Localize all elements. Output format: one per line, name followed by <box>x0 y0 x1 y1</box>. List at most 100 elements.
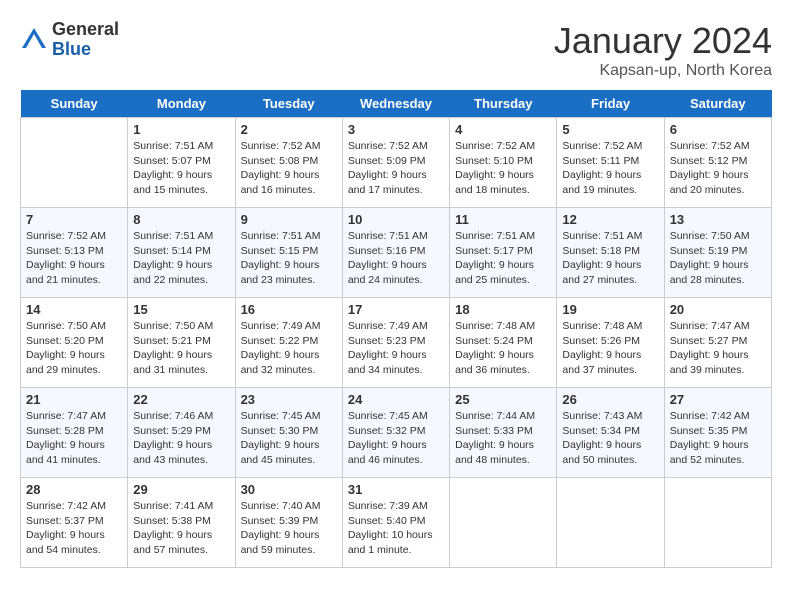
cell-sun-info: Sunrise: 7:48 AMSunset: 5:24 PMDaylight:… <box>455 319 551 378</box>
date-number: 24 <box>348 392 444 407</box>
month-title: January 2024 <box>554 20 772 62</box>
logo-general: General <box>52 20 119 40</box>
cell-sun-info: Sunrise: 7:50 AMSunset: 5:20 PMDaylight:… <box>26 319 122 378</box>
calendar-cell: 16Sunrise: 7:49 AMSunset: 5:22 PMDayligh… <box>235 298 342 388</box>
calendar-cell: 3Sunrise: 7:52 AMSunset: 5:09 PMDaylight… <box>342 118 449 208</box>
date-number: 8 <box>133 212 229 227</box>
cell-sun-info: Sunrise: 7:51 AMSunset: 5:17 PMDaylight:… <box>455 229 551 288</box>
calendar-cell: 9 Sunrise: 7:51 AMSunset: 5:15 PMDaylight… <box>235 208 342 298</box>
cell-sun-info: Sunrise: 7:52 AMSunset: 5:10 PMDaylight:… <box>455 139 551 198</box>
calendar-week-3: 14 Sunrise: 7:50 AMSunset: 5:20 PMDayligh… <box>21 298 772 388</box>
cell-sun-info: Sunrise: 7:48 AMSunset: 5:26 PMDaylight:… <box>562 319 658 378</box>
cell-sun-info: Sunrise: 7:51 AMSunset: 5:16 PMDaylight:… <box>348 229 444 288</box>
cell-sun-info: Sunrise: 7:51 AMSunset: 5:15 PMDaylight:… <box>241 229 337 288</box>
date-number: 3 <box>348 122 444 137</box>
calendar-cell: 23Sunrise: 7:45 AMSunset: 5:30 PMDayligh… <box>235 388 342 478</box>
calendar-cell: 31Sunrise: 7:39 AMSunset: 5:40 PMDayligh… <box>342 478 449 568</box>
calendar-cell: 1Sunrise: 7:51 AMSunset: 5:07 PMDaylight… <box>128 118 235 208</box>
day-header-thursday: Thursday <box>450 90 557 118</box>
date-number: 19 <box>562 302 658 317</box>
date-number: 25 <box>455 392 551 407</box>
calendar-cell: 6 Sunrise: 7:52 AMSunset: 5:12 PMDaylight… <box>664 118 771 208</box>
date-number: 13 <box>670 212 766 227</box>
calendar-cell: 5 Sunrise: 7:52 AMSunset: 5:11 PMDaylight… <box>557 118 664 208</box>
cell-sun-info: Sunrise: 7:49 AMSunset: 5:23 PMDaylight:… <box>348 319 444 378</box>
calendar-cell <box>450 478 557 568</box>
date-number: 16 <box>241 302 337 317</box>
calendar-week-4: 21Sunrise: 7:47 AMSunset: 5:28 PMDayligh… <box>21 388 772 478</box>
logo-blue: Blue <box>52 40 119 60</box>
date-number: 6 <box>670 122 766 137</box>
calendar-cell: 26 Sunrise: 7:43 AMSunset: 5:34 PMDayligh… <box>557 388 664 478</box>
calendar-cell: 25 Sunrise: 7:44 AMSunset: 5:33 PMDayligh… <box>450 388 557 478</box>
calendar-cell: 13 Sunrise: 7:50 AMSunset: 5:19 PMDayligh… <box>664 208 771 298</box>
date-number: 15 <box>133 302 229 317</box>
calendar-week-2: 7 Sunrise: 7:52 AMSunset: 5:13 PMDaylight… <box>21 208 772 298</box>
day-header-wednesday: Wednesday <box>342 90 449 118</box>
date-number: 28 <box>26 482 122 497</box>
date-number: 4 <box>455 122 551 137</box>
calendar-cell: 15 Sunrise: 7:50 AMSunset: 5:21 PMDayligh… <box>128 298 235 388</box>
cell-sun-info: Sunrise: 7:52 AMSunset: 5:08 PMDaylight:… <box>241 139 337 198</box>
calendar-cell: 20Sunrise: 7:47 AMSunset: 5:27 PMDayligh… <box>664 298 771 388</box>
cell-sun-info: Sunrise: 7:52 AMSunset: 5:13 PMDaylight:… <box>26 229 122 288</box>
title-section: January 2024 Kapsan-up, North Korea <box>554 20 772 80</box>
header-row: SundayMondayTuesdayWednesdayThursdayFrid… <box>21 90 772 118</box>
cell-sun-info: Sunrise: 7:50 AMSunset: 5:21 PMDaylight:… <box>133 319 229 378</box>
calendar-cell: 17Sunrise: 7:49 AMSunset: 5:23 PMDayligh… <box>342 298 449 388</box>
cell-sun-info: Sunrise: 7:51 AMSunset: 5:18 PMDaylight:… <box>562 229 658 288</box>
calendar-cell: 27 Sunrise: 7:42 AMSunset: 5:35 PMDayligh… <box>664 388 771 478</box>
cell-sun-info: Sunrise: 7:40 AMSunset: 5:39 PMDaylight:… <box>241 499 337 558</box>
calendar-cell: 22Sunrise: 7:46 AMSunset: 5:29 PMDayligh… <box>128 388 235 478</box>
date-number: 9 <box>241 212 337 227</box>
calendar-cell: 12 Sunrise: 7:51 AMSunset: 5:18 PMDayligh… <box>557 208 664 298</box>
calendar-week-1: 1Sunrise: 7:51 AMSunset: 5:07 PMDaylight… <box>21 118 772 208</box>
date-number: 5 <box>562 122 658 137</box>
date-number: 12 <box>562 212 658 227</box>
calendar-cell: 4 Sunrise: 7:52 AMSunset: 5:10 PMDaylight… <box>450 118 557 208</box>
calendar-cell: 10 Sunrise: 7:51 AMSunset: 5:16 PMDayligh… <box>342 208 449 298</box>
date-number: 2 <box>241 122 337 137</box>
day-header-friday: Friday <box>557 90 664 118</box>
date-number: 10 <box>348 212 444 227</box>
calendar-table: SundayMondayTuesdayWednesdayThursdayFrid… <box>20 90 772 568</box>
date-number: 29 <box>133 482 229 497</box>
calendar-cell: 24Sunrise: 7:45 AMSunset: 5:32 PMDayligh… <box>342 388 449 478</box>
calendar-week-5: 28Sunrise: 7:42 AMSunset: 5:37 PMDayligh… <box>21 478 772 568</box>
cell-sun-info: Sunrise: 7:42 AMSunset: 5:35 PMDaylight:… <box>670 409 766 468</box>
cell-sun-info: Sunrise: 7:52 AMSunset: 5:12 PMDaylight:… <box>670 139 766 198</box>
calendar-cell: 28Sunrise: 7:42 AMSunset: 5:37 PMDayligh… <box>21 478 128 568</box>
cell-sun-info: Sunrise: 7:50 AMSunset: 5:19 PMDaylight:… <box>670 229 766 288</box>
calendar-cell <box>21 118 128 208</box>
calendar-cell <box>557 478 664 568</box>
cell-sun-info: Sunrise: 7:43 AMSunset: 5:34 PMDaylight:… <box>562 409 658 468</box>
date-number: 14 <box>26 302 122 317</box>
logo-text: General Blue <box>52 20 119 60</box>
date-number: 26 <box>562 392 658 407</box>
cell-sun-info: Sunrise: 7:46 AMSunset: 5:29 PMDaylight:… <box>133 409 229 468</box>
date-number: 18 <box>455 302 551 317</box>
day-header-tuesday: Tuesday <box>235 90 342 118</box>
calendar-cell: 19 Sunrise: 7:48 AMSunset: 5:26 PMDayligh… <box>557 298 664 388</box>
calendar-cell: 14 Sunrise: 7:50 AMSunset: 5:20 PMDayligh… <box>21 298 128 388</box>
cell-sun-info: Sunrise: 7:51 AMSunset: 5:14 PMDaylight:… <box>133 229 229 288</box>
date-number: 30 <box>241 482 337 497</box>
location: Kapsan-up, North Korea <box>554 62 772 80</box>
date-number: 20 <box>670 302 766 317</box>
calendar-cell: 8 Sunrise: 7:51 AMSunset: 5:14 PMDaylight… <box>128 208 235 298</box>
day-header-sunday: Sunday <box>21 90 128 118</box>
calendar-cell: 18 Sunrise: 7:48 AMSunset: 5:24 PMDayligh… <box>450 298 557 388</box>
cell-sun-info: Sunrise: 7:51 AMSunset: 5:07 PMDaylight:… <box>133 139 229 198</box>
page-header: General Blue January 2024 Kapsan-up, Nor… <box>20 20 772 80</box>
day-header-monday: Monday <box>128 90 235 118</box>
date-number: 23 <box>241 392 337 407</box>
calendar-cell: 7 Sunrise: 7:52 AMSunset: 5:13 PMDaylight… <box>21 208 128 298</box>
date-number: 7 <box>26 212 122 227</box>
calendar-cell: 30 Sunrise: 7:40 AMSunset: 5:39 PMDayligh… <box>235 478 342 568</box>
date-number: 27 <box>670 392 766 407</box>
cell-sun-info: Sunrise: 7:44 AMSunset: 5:33 PMDaylight:… <box>455 409 551 468</box>
cell-sun-info: Sunrise: 7:52 AMSunset: 5:11 PMDaylight:… <box>562 139 658 198</box>
calendar-cell: 11Sunrise: 7:51 AMSunset: 5:17 PMDayligh… <box>450 208 557 298</box>
cell-sun-info: Sunrise: 7:41 AMSunset: 5:38 PMDaylight:… <box>133 499 229 558</box>
logo-icon <box>20 26 48 54</box>
